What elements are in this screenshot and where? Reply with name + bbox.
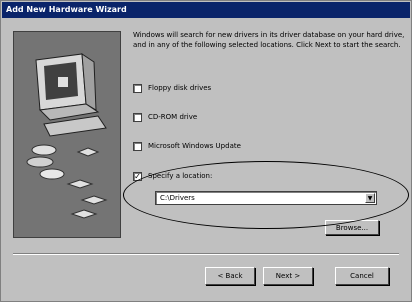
- windows-update-checkbox[interactable]: [133, 141, 142, 151]
- cancel-button-label: Cancel: [350, 272, 374, 280]
- option-cdrom[interactable]: CD-ROM drive: [133, 111, 197, 123]
- computer-cd-illustration: [26, 53, 108, 219]
- wizard-window: Add New Hardware Wizard Windows will sea…: [0, 0, 412, 302]
- cdrom-checkbox[interactable]: [133, 112, 142, 122]
- floppy-label: Floppy disk drives: [148, 84, 212, 92]
- floppy-checkbox[interactable]: [133, 83, 142, 93]
- title-bar: Add New Hardware Wizard: [2, 2, 410, 18]
- back-button[interactable]: < Back: [205, 267, 255, 285]
- cancel-button[interactable]: Cancel: [335, 267, 389, 285]
- button-divider: [13, 253, 399, 255]
- instructions-text: Windows will search for new drivers in i…: [133, 31, 405, 49]
- next-button[interactable]: Next >: [263, 267, 313, 285]
- highlight-ellipse-annotation: [123, 161, 409, 229]
- browse-button-label: Browse...: [335, 223, 369, 232]
- option-floppy[interactable]: Floppy disk drives: [133, 82, 211, 94]
- back-button-label: < Back: [217, 272, 243, 280]
- option-windows-update[interactable]: Microsoft Windows Update: [133, 140, 241, 152]
- cdrom-label: CD-ROM drive: [148, 113, 198, 121]
- next-button-label: Next >: [275, 272, 301, 280]
- wizard-illustration-panel: [13, 31, 121, 238]
- window-title: Add New Hardware Wizard: [6, 5, 127, 14]
- windows-update-label: Microsoft Windows Update: [148, 142, 241, 150]
